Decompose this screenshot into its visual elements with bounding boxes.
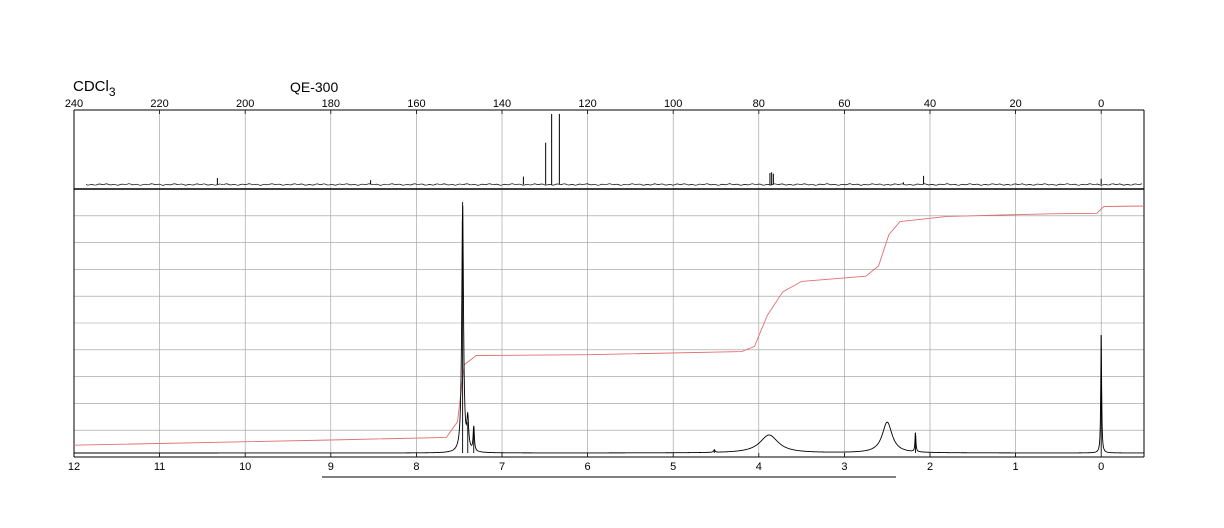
c13-tick-label: 180 [322,98,340,110]
c13-tick-label: 140 [493,98,511,110]
c13-tick-label: 200 [236,98,254,110]
h1-tick-label: 10 [239,461,251,473]
h1-tick-label: 6 [585,461,591,473]
c13-tick-label: 60 [838,98,850,110]
h1-tick-label: 5 [670,461,676,473]
h1-tick-label: 12 [68,461,80,473]
c13-tick-label: 40 [924,98,936,110]
c13-tick-label: 120 [578,98,596,110]
h1-tick-label: 7 [499,461,505,473]
h1-tick-label: 0 [1098,461,1104,473]
c13-tick-label: 240 [65,98,83,110]
h1-spectrum-panel: 12 11 10 9 8 7 6 5 4 3 2 1 0 [68,110,1145,473]
c13-tick-label: 0 [1098,98,1104,110]
h1-tick-label: 8 [413,461,419,473]
instrument-label: QE-300 [290,79,338,95]
h1-tick-label: 3 [841,461,847,473]
c13-spectrum-panel: 240 220 200 180 160 140 120 100 80 60 40 20 0 [65,98,1144,189]
h1-tick-label: 2 [927,461,933,473]
c13-baseline-trace [85,183,1143,186]
h1-integral-curve [73,205,1145,446]
h1-tick-label: 1 [1013,461,1019,473]
c13-tick-label: 20 [1009,98,1021,110]
c13-tick-label: 100 [664,98,682,110]
h1-tick-label: 9 [328,461,334,473]
h1-tick-label: 4 [756,461,762,473]
c13-tick-label: 220 [150,98,168,110]
c13-tick-label: 160 [407,98,425,110]
h1-tick-label: 11 [154,461,165,473]
solvent-label: CDCl3 [73,78,116,99]
nmr-spectra-chart: CDCl3 QE-300 240 220 200 180 160 140 120 100 80 6… [65,78,1145,478]
c13-tick-label: 80 [753,98,765,110]
